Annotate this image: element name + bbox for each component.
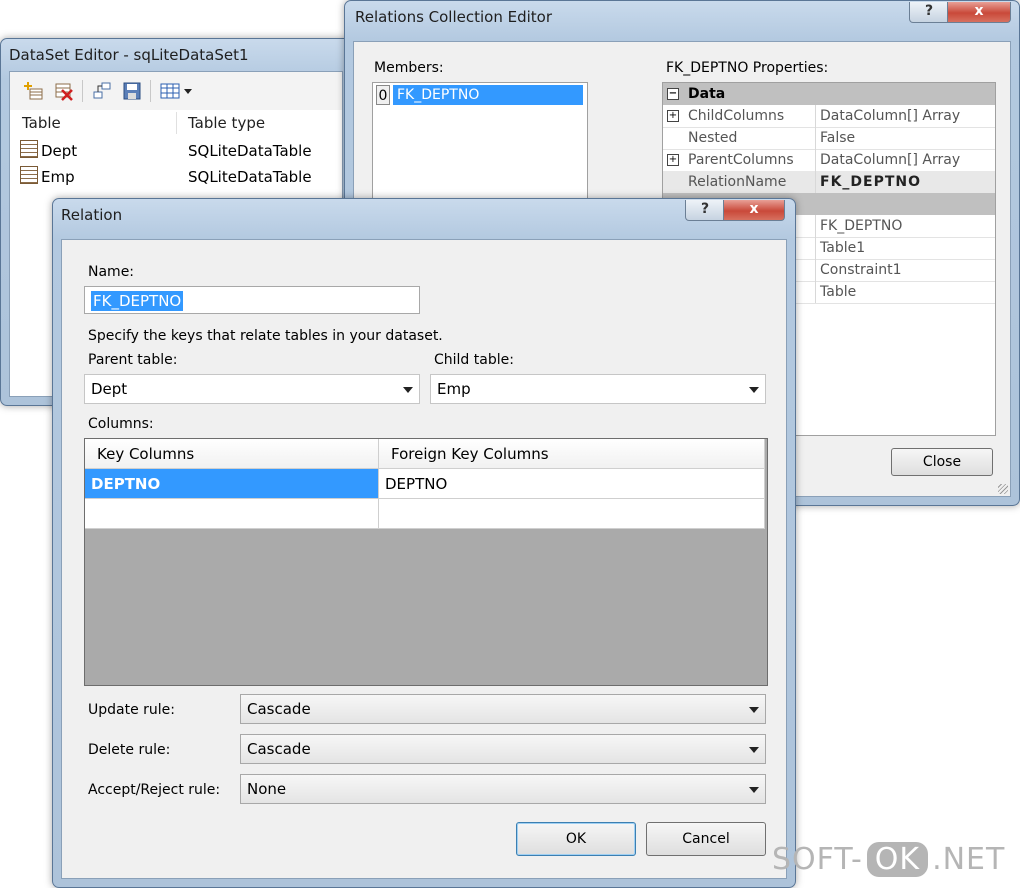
watermark-mid: OK xyxy=(866,842,929,877)
view-grid-icon[interactable] xyxy=(160,81,180,101)
update-rule-label: Update rule: xyxy=(88,702,176,718)
update-rule-value: Cascade xyxy=(247,700,311,718)
name-input[interactable]: FK_DEPTNO xyxy=(84,286,420,314)
relation-dialog-title: Relation xyxy=(61,206,123,224)
child-table-label: Child table: xyxy=(434,352,514,368)
table-icon xyxy=(20,166,38,184)
watermark-logo: SOFT- OK .NET xyxy=(772,842,1005,877)
name-label: Name: xyxy=(88,264,135,280)
property-value: FK_DEPTNO xyxy=(820,218,903,234)
relations-icon[interactable] xyxy=(92,81,112,101)
property-key: ChildColumns xyxy=(688,105,816,127)
property-value: Constraint1 xyxy=(820,262,902,278)
table-row[interactable]: Emp SQLiteDataTable xyxy=(20,166,350,188)
resize-grip-icon[interactable] xyxy=(998,484,1008,494)
add-table-icon[interactable] xyxy=(24,81,44,101)
help-button[interactable]: ? xyxy=(909,2,949,23)
property-category[interactable]: − Data xyxy=(663,83,995,105)
relations-editor-title: Relations Collection Editor xyxy=(355,8,553,26)
accept-reject-rule-value: None xyxy=(247,780,287,798)
close-window-button[interactable]: x xyxy=(723,200,785,221)
close-button[interactable]: Close xyxy=(891,448,993,476)
chevron-down-icon[interactable] xyxy=(749,387,759,393)
category-label: Data xyxy=(688,86,726,102)
member-name: FK_DEPTNO xyxy=(397,87,480,103)
chevron-down-icon[interactable] xyxy=(749,787,759,793)
watermark-right: .NET xyxy=(932,842,1006,877)
property-key: Nested xyxy=(688,127,816,149)
property-row[interactable]: + ChildColumns DataColumn[] Array xyxy=(663,105,995,128)
chevron-down-icon[interactable] xyxy=(749,747,759,753)
help-button[interactable]: ? xyxy=(685,200,725,221)
chevron-down-icon[interactable] xyxy=(184,89,192,94)
table-type: SQLiteDataTable xyxy=(188,142,312,160)
columns-grid[interactable]: Key Columns Foreign Key Columns DEPTNO D… xyxy=(84,438,768,686)
parent-table-value: Dept xyxy=(91,380,128,398)
properties-label: FK_DEPTNO Properties: xyxy=(666,60,829,76)
delete-rule-label: Delete rule: xyxy=(88,742,171,758)
expand-icon[interactable]: + xyxy=(667,154,679,166)
table-name: Emp xyxy=(41,168,75,186)
collapse-icon[interactable]: − xyxy=(667,88,679,100)
property-value: Table xyxy=(820,284,857,300)
property-value: DataColumn[] Array xyxy=(820,108,961,124)
toolbar-separator xyxy=(150,80,151,102)
dataset-toolbar xyxy=(10,72,342,111)
property-value: DataColumn[] Array xyxy=(820,152,961,168)
table-row[interactable]: Dept SQLiteDataTable xyxy=(20,140,350,162)
property-key: RelationName xyxy=(688,171,816,193)
property-row[interactable]: Nested False xyxy=(663,127,995,150)
column-header-table[interactable]: Table xyxy=(22,110,61,136)
property-key: ParentColumns xyxy=(688,149,816,171)
property-row[interactable]: RelationName FK_DEPTNO xyxy=(663,171,995,194)
property-value: Table1 xyxy=(820,240,866,256)
relation-dialog-client: Name: FK_DEPTNO Specify the keys that re… xyxy=(61,239,787,879)
chevron-down-icon[interactable] xyxy=(749,707,759,713)
delete-rule-select[interactable]: Cascade xyxy=(240,734,766,764)
accept-reject-rule-select[interactable]: None xyxy=(240,774,766,804)
watermark-left: SOFT- xyxy=(772,842,863,877)
ok-button[interactable]: OK xyxy=(516,822,636,856)
child-table-value: Emp xyxy=(437,380,471,398)
chevron-down-icon[interactable] xyxy=(403,387,413,393)
parent-table-label: Parent table: xyxy=(88,352,178,368)
save-icon[interactable] xyxy=(122,81,142,101)
members-label: Members: xyxy=(374,60,444,76)
key-column-cell[interactable]: DEPTNO xyxy=(85,469,379,499)
hint-text: Specify the keys that relate tables in y… xyxy=(88,328,443,344)
columns-label: Columns: xyxy=(88,416,154,432)
foreign-key-column-cell[interactable]: DEPTNO xyxy=(379,469,765,499)
grid-header-foreign-key-columns[interactable]: Foreign Key Columns xyxy=(379,439,765,469)
property-row[interactable]: + ParentColumns DataColumn[] Array xyxy=(663,149,995,172)
cancel-button[interactable]: Cancel xyxy=(646,822,766,856)
close-window-button[interactable]: x xyxy=(947,2,1011,23)
table-name: Dept xyxy=(41,142,78,160)
foreign-key-column-cell[interactable] xyxy=(379,499,765,529)
toolbar-separator xyxy=(82,80,83,102)
child-table-select[interactable]: Emp xyxy=(430,374,766,404)
delete-table-icon[interactable] xyxy=(54,81,74,101)
update-rule-select[interactable]: Cascade xyxy=(240,694,766,724)
key-column-cell[interactable] xyxy=(85,499,379,529)
property-value: FK_DEPTNO xyxy=(820,174,922,190)
dataset-editor-title: DataSet Editor - sqLiteDataSet1 xyxy=(9,46,249,64)
column-divider xyxy=(176,112,177,134)
name-value: FK_DEPTNO xyxy=(91,291,184,311)
table-icon xyxy=(20,140,38,158)
delete-rule-value: Cascade xyxy=(247,740,311,758)
member-item[interactable]: FK_DEPTNO xyxy=(393,85,583,105)
parent-table-select[interactable]: Dept xyxy=(84,374,420,404)
column-header-table-type[interactable]: Table type xyxy=(188,110,265,136)
accept-reject-rule-label: Accept/Reject rule: xyxy=(88,782,221,798)
member-index: 0 xyxy=(376,85,390,105)
table-type: SQLiteDataTable xyxy=(188,168,312,186)
property-value: False xyxy=(820,130,856,146)
relation-dialog-window: Relation ? x Name: FK_DEPTNO Specify the… xyxy=(52,198,796,888)
expand-icon[interactable]: + xyxy=(667,110,679,122)
grid-header-key-columns[interactable]: Key Columns xyxy=(85,439,379,469)
